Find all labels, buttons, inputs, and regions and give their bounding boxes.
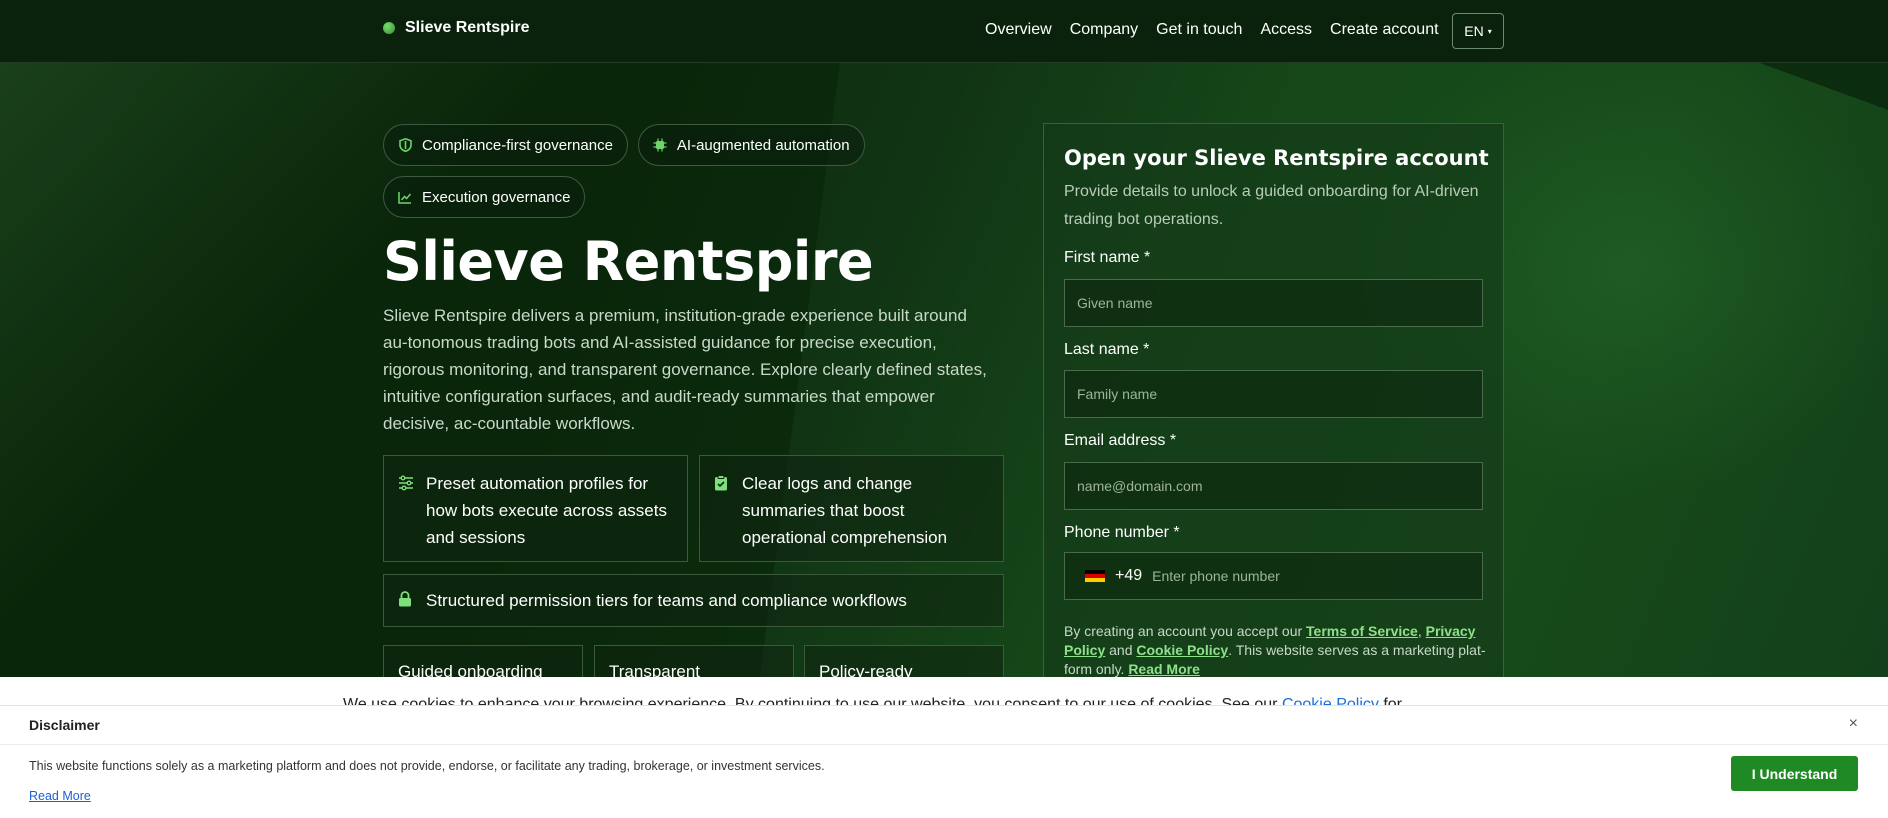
phone-label: Phone number * bbox=[1064, 524, 1180, 541]
feature-text: Preset automation profiles for how bots … bbox=[426, 474, 667, 547]
terms-and: and bbox=[1105, 642, 1137, 658]
nav-access[interactable]: Access bbox=[1260, 18, 1312, 42]
chart-line-icon bbox=[398, 190, 412, 204]
clipboard-icon bbox=[714, 472, 730, 547]
pill-label: AI-augmented automation bbox=[676, 136, 850, 154]
pill-ai-automation: AI-augmented automation bbox=[637, 124, 865, 166]
feature-card-permissions: Structured permission tiers for teams an… bbox=[383, 574, 1004, 627]
email-input[interactable] bbox=[1064, 462, 1483, 510]
pill-label: Compliance-first governance bbox=[422, 136, 613, 154]
feature-card-presets: Preset automation profiles for how bots … bbox=[383, 455, 688, 562]
small-feature-text: Transparent bbox=[609, 662, 701, 681]
hero-description: Slieve Rentspire delivers a premium, ins… bbox=[383, 306, 987, 433]
phone-field[interactable]: +49 bbox=[1064, 552, 1483, 600]
nav-create-account[interactable]: Create account bbox=[1330, 18, 1439, 42]
caret-down-icon: ▾ bbox=[1487, 26, 1492, 36]
top-navbar: Slieve Rentspire Overview Company Get in… bbox=[0, 0, 1888, 63]
nav-get-in-touch[interactable]: Get in touch bbox=[1156, 18, 1242, 42]
email-label: Email address * bbox=[1064, 432, 1177, 449]
brand-logo-icon bbox=[383, 22, 395, 34]
disclaimer-header: Disclaimer × bbox=[0, 706, 1888, 745]
chip-icon bbox=[653, 138, 667, 152]
feature-text: Clear logs and change summaries that boo… bbox=[742, 474, 948, 547]
hero-title: Slieve Rentspire bbox=[383, 230, 874, 293]
lock-icon bbox=[398, 588, 414, 615]
understand-button[interactable]: I Understand bbox=[1731, 756, 1858, 791]
terms-link[interactable]: Terms of Service bbox=[1306, 623, 1418, 639]
disclaimer-title: Disclaimer bbox=[29, 717, 100, 733]
language-value: EN bbox=[1464, 23, 1484, 39]
disclaimer-body: This website functions solely as a marke… bbox=[29, 759, 825, 773]
sliders-icon bbox=[398, 472, 414, 547]
cookie-policy-link[interactable]: Cookie Policy bbox=[1136, 642, 1228, 658]
pill-label: Execution governance bbox=[422, 188, 571, 206]
pill-execution: Execution governance bbox=[383, 176, 586, 218]
last-name-input[interactable] bbox=[1064, 370, 1483, 418]
form-title: Open your Slieve Rentspire account bbox=[1064, 146, 1489, 170]
first-name-label: First name * bbox=[1064, 249, 1151, 266]
terms-prefix: By creating an account you accept our bbox=[1064, 623, 1307, 639]
pill-compliance: Compliance-first governance bbox=[383, 124, 628, 166]
close-icon[interactable]: × bbox=[1849, 715, 1858, 733]
hero-pills: Compliance-first governance AI-augmented… bbox=[383, 124, 943, 218]
feature-card-logs: Clear logs and change summaries that boo… bbox=[699, 455, 1004, 562]
brand-name: Slieve Rentspire bbox=[405, 19, 530, 36]
germany-flag-icon[interactable] bbox=[1085, 569, 1105, 583]
disclaimer-banner: Disclaimer × This website functions sole… bbox=[0, 705, 1888, 818]
language-select[interactable]: EN ▾ bbox=[1452, 13, 1504, 49]
small-feature-text: Guided onboarding bbox=[398, 662, 543, 681]
nav-company[interactable]: Company bbox=[1070, 18, 1138, 42]
form-subtitle: Provide details to unlock a guided onboa… bbox=[1064, 183, 1479, 228]
signup-form-card: Open your Slieve Rentspire account Provi… bbox=[1043, 123, 1504, 683]
main-nav: Overview Company Get in touch Access Cre… bbox=[985, 18, 1457, 42]
last-name-label: Last name * bbox=[1064, 341, 1150, 358]
terms-read-more-link[interactable]: Read More bbox=[1128, 661, 1200, 677]
first-name-input[interactable] bbox=[1064, 279, 1483, 327]
nav-overview[interactable]: Overview bbox=[985, 18, 1052, 42]
terms-text: By creating an account you accept our Te… bbox=[1064, 622, 1489, 679]
phone-country-code[interactable]: +49 bbox=[1115, 567, 1142, 585]
shield-icon bbox=[398, 138, 412, 152]
terms-comma: , bbox=[1417, 623, 1426, 639]
cookie-notice: We use cookies to enhance your browsing … bbox=[0, 677, 1888, 707]
disclaimer-read-more-link[interactable]: Read More bbox=[29, 789, 91, 803]
feature-text: Structured permission tiers for teams an… bbox=[426, 591, 907, 610]
small-feature-text: Policy-ready bbox=[819, 662, 913, 681]
brand[interactable]: Slieve Rentspire bbox=[383, 19, 530, 37]
phone-input[interactable] bbox=[1152, 568, 1453, 584]
